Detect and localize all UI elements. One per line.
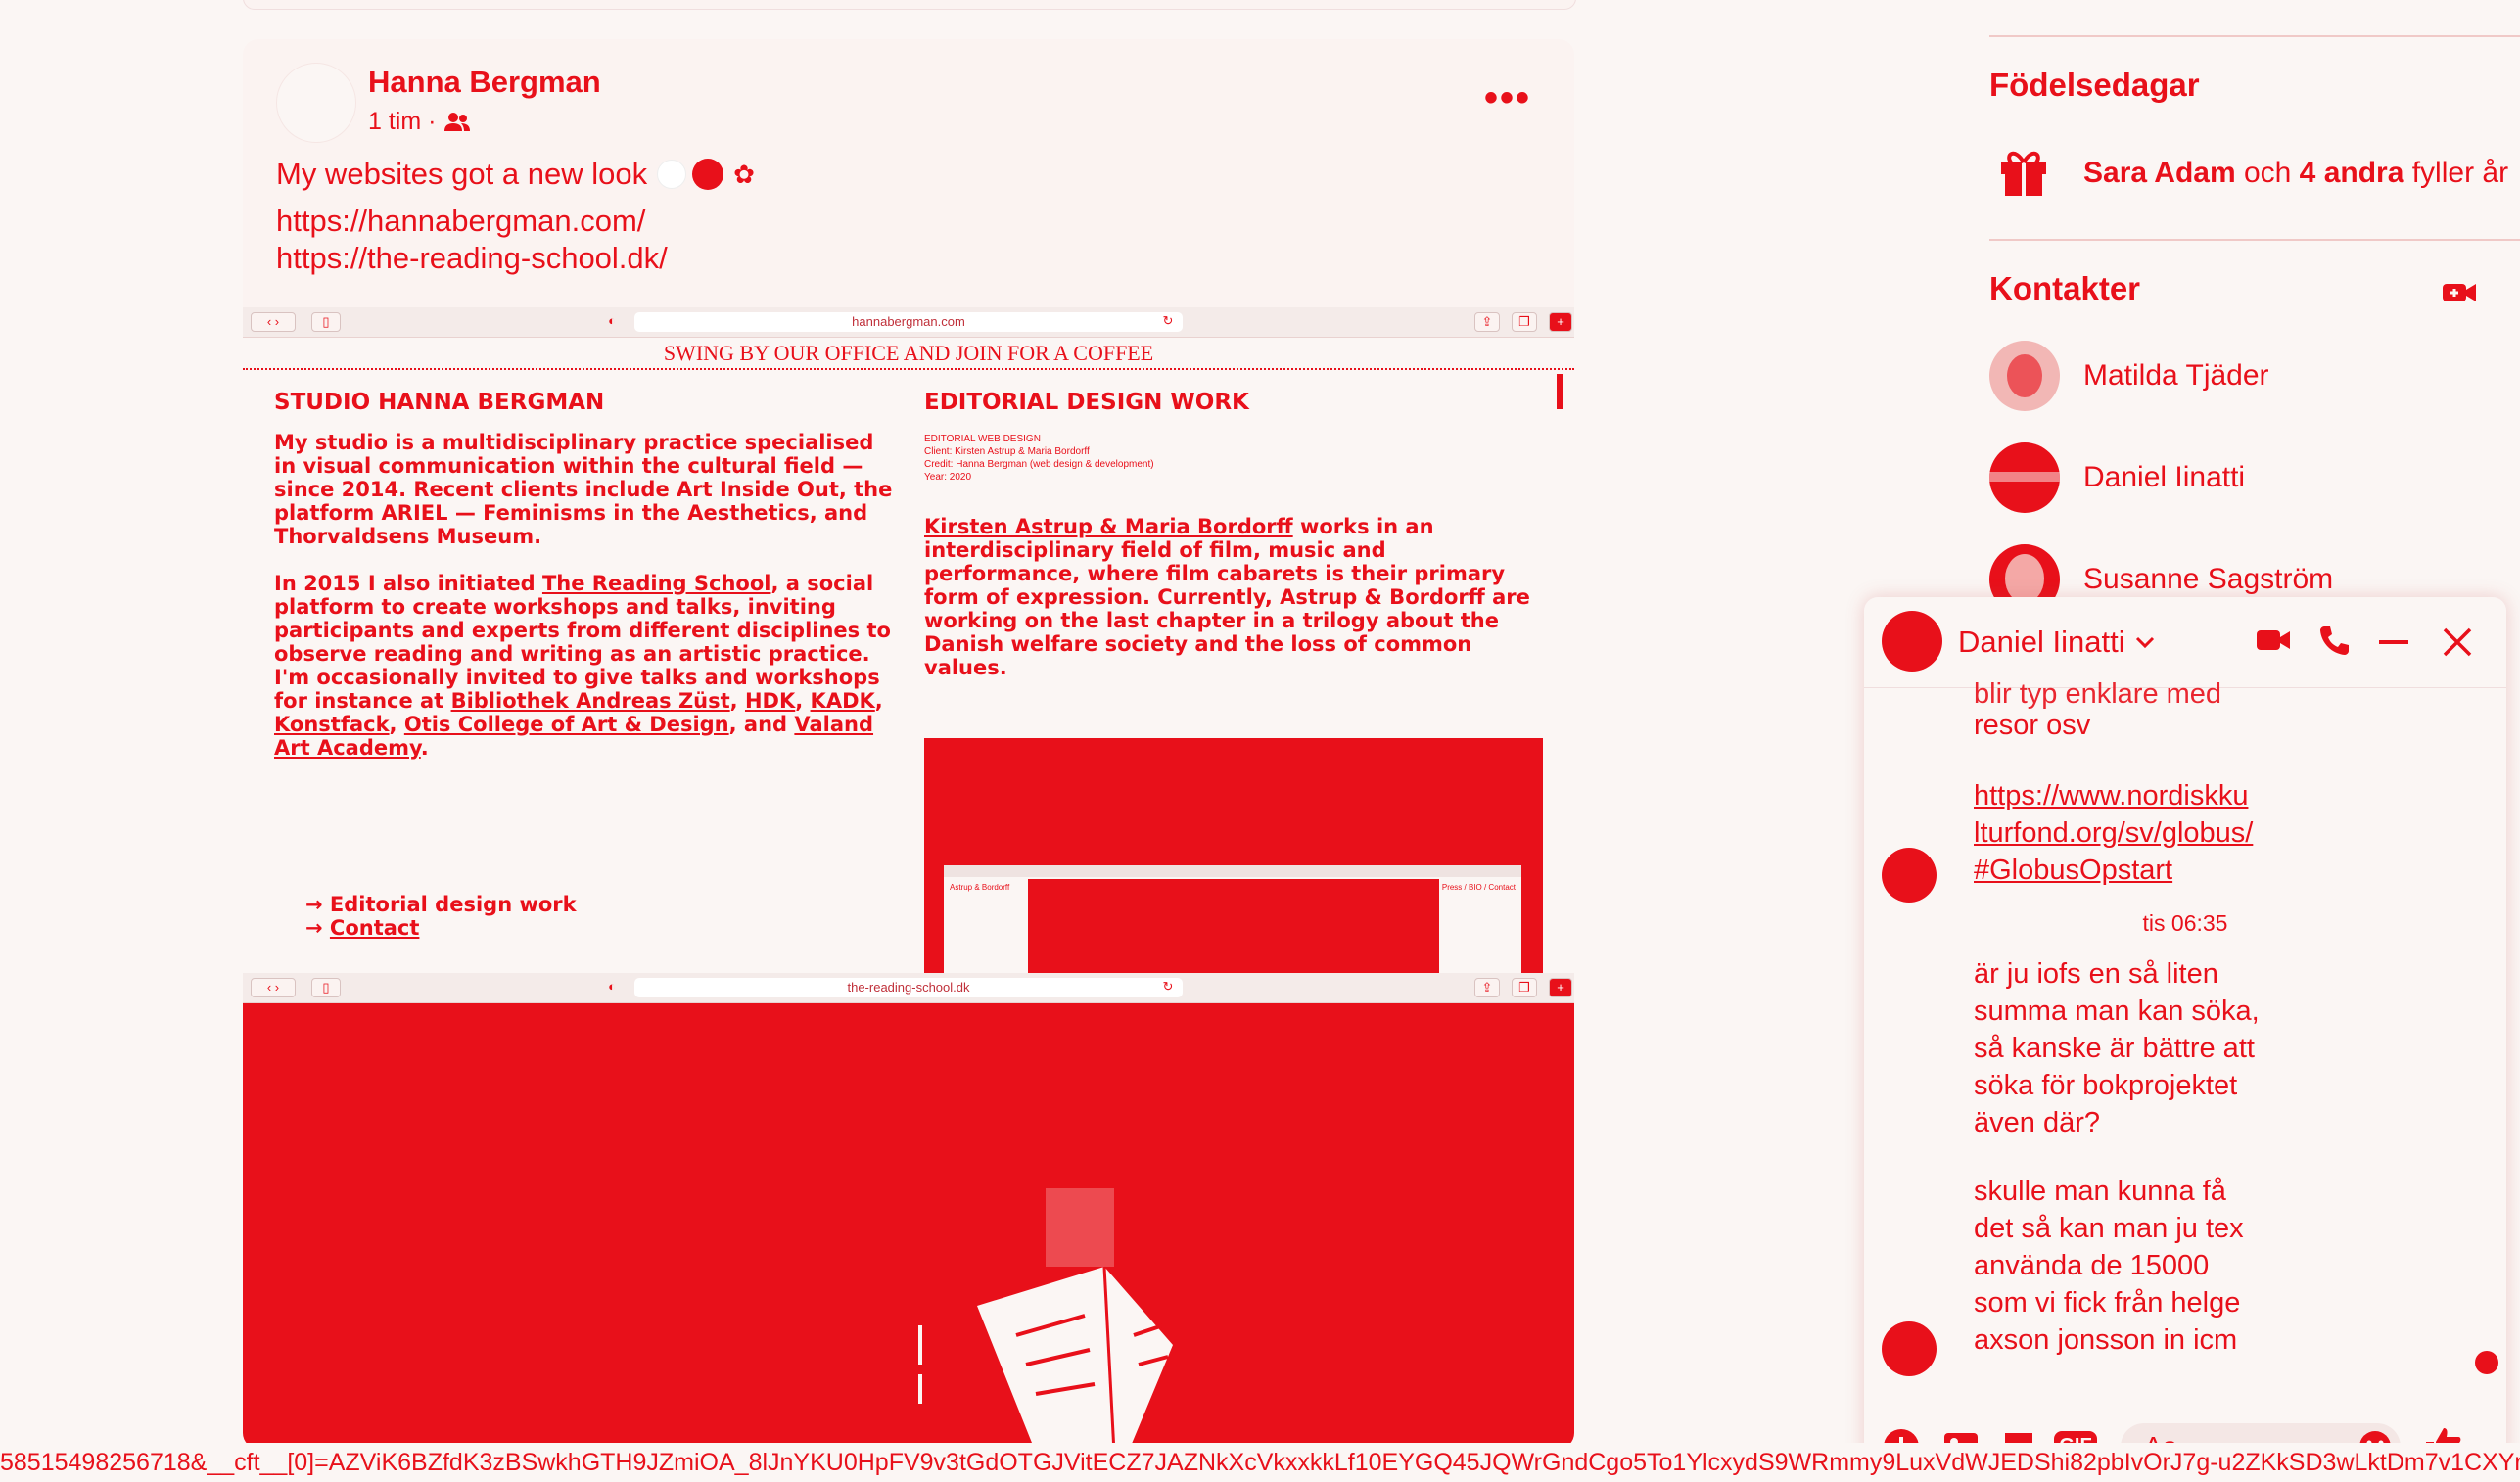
project-meta-4: Year: 2020 <box>924 472 972 483</box>
chat-window: Daniel Iinatti blir typ enklare med reso… <box>1864 597 2506 1482</box>
site-left-heading: STUDIO HANNA BERGMAN <box>274 390 605 415</box>
project-meta-3: Credit: Hanna Bergman (web design & deve… <box>924 459 1154 470</box>
sparkle-emoji-icon: ✿ <box>733 159 755 189</box>
post-image-1[interactable]: ‹ › ▯ ◐ hannabergman.com ↻ ⇪ ❐ + SWING B… <box>243 307 1574 973</box>
chat-name: Daniel Iinatti <box>1958 625 2125 659</box>
sender-avatar[interactable] <box>1882 848 1937 903</box>
post-link-2[interactable]: https://the-reading-school.dk/ <box>276 241 668 276</box>
contact-item[interactable]: Matilda Tjäder <box>1989 341 2269 411</box>
post-message: My websites got a new look <box>276 157 648 191</box>
birthday-text[interactable]: Sara Adam och 4 andra fyller år <box>2083 157 2508 190</box>
message-timestamp: tis 06:35 <box>2142 910 2228 936</box>
new-room-icon[interactable] <box>2442 280 2477 305</box>
back-forward-icon: ‹ › <box>251 978 296 997</box>
contact-name: Daniel Iinatti <box>2083 461 2246 493</box>
sender-avatar[interactable] <box>1882 1321 1937 1376</box>
site-intro: My studio is a multidisciplinary practic… <box>274 431 893 548</box>
phone-call-icon[interactable] <box>2318 625 2350 656</box>
message-link[interactable]: https://www.nordiskku lturfond.org/sv/glo… <box>1974 777 2253 889</box>
site-right-heading: EDITORIAL DESIGN WORK <box>924 390 1249 415</box>
site-banner: SWING BY OUR OFFICE AND JOIN FOR A COFFE… <box>243 339 1574 370</box>
new-tab-icon: + <box>1549 978 1572 997</box>
browser-url: hannabergman.com <box>634 312 1183 332</box>
sidebar-divider <box>1989 35 2520 37</box>
sidebar-icon: ▯ <box>311 312 341 332</box>
post-author[interactable]: Hanna Bergman <box>368 65 601 100</box>
site-nav-contact: → Contact <box>305 916 420 940</box>
post-text: My websites got a new look ✿ <box>276 157 755 192</box>
tabs-icon: ❐ <box>1512 312 1537 332</box>
contact-avatar <box>1989 341 2060 411</box>
share-icon: ⇪ <box>1474 978 1500 997</box>
scrollbar-thumb <box>1557 374 1563 409</box>
contact-item[interactable]: Daniel Iinatti <box>1989 442 2245 513</box>
contact-avatar <box>1989 442 2060 513</box>
feed-post: Hanna Bergman 1 tim · ••• My websites go… <box>243 39 1574 1449</box>
message-3: skulle man kunna få det så kan man ju tex… <box>1974 1176 2244 1356</box>
browser-toolbar-2: ‹ › ▯ ◐ the-reading-school.dk ↻ ⇪ ❐ + <box>243 973 1574 1003</box>
project-description: Kirsten Astrup & Maria Bordorff works in… <box>924 515 1530 679</box>
back-forward-icon: ‹ › <box>251 312 296 332</box>
post-link-1[interactable]: https://hannabergman.com/ <box>276 204 645 239</box>
chat-avatar[interactable] <box>1882 611 1942 672</box>
reload-icon: ↻ <box>1162 313 1174 328</box>
seen-indicator <box>2475 1351 2498 1374</box>
post-image-2[interactable]: ‹ › ▯ ◐ the-reading-school.dk ↻ ⇪ ❐ + <box>243 973 1574 1449</box>
shield-icon: ◐ <box>608 979 616 994</box>
project-meta-2: Client: Kirsten Astrup & Maria Bordorff <box>924 446 1090 457</box>
author-avatar[interactable] <box>276 63 356 143</box>
friends-audience-icon[interactable] <box>443 112 471 133</box>
browser-toolbar: ‹ › ▯ ◐ hannabergman.com ↻ ⇪ ❐ + <box>243 307 1574 338</box>
reload-icon: ↻ <box>1162 979 1174 994</box>
reading-person-illustration <box>918 1188 1330 1449</box>
message-2: är ju iofs en så liten summa man kan söka… <box>1974 958 2260 1138</box>
message-tail: resor osv <box>1974 710 2091 741</box>
site-nav-editorial: → Editorial design work <box>305 893 577 916</box>
site-paragraph-2: In 2015 I also initiated The Reading Sch… <box>274 572 891 760</box>
post-options-button[interactable]: ••• <box>1484 78 1531 117</box>
video-call-icon[interactable] <box>2256 626 2291 654</box>
contact-name: Susanne Sagström <box>2083 563 2334 595</box>
browser-url-2: the-reading-school.dk <box>634 978 1183 997</box>
contact-name: Matilda Tjäder <box>2083 359 2269 392</box>
sidebar-divider-2 <box>1989 239 2520 241</box>
tabs-icon: ❐ <box>1512 978 1537 997</box>
previous-post-card <box>243 0 1576 10</box>
mini-browser: Astrup & Bordorff Press / BIO / Contact <box>944 865 1521 973</box>
mini-hero-image <box>1028 879 1439 973</box>
chevron-down-icon <box>2135 635 2155 649</box>
gift-icon <box>1997 145 2050 198</box>
mini-site-left: Astrup & Bordorff <box>950 883 1010 892</box>
minimize-icon[interactable] <box>2379 640 2408 644</box>
post-time[interactable]: 1 tim · <box>368 108 436 136</box>
shield-icon: ◐ <box>608 313 616 328</box>
chat-title-button[interactable]: Daniel Iinatti <box>1958 625 2155 660</box>
close-icon[interactable] <box>2442 626 2473 658</box>
status-bar-url: 58515498256718&__cft__[0]=AZViK6BZfdK3zB… <box>0 1443 2520 1482</box>
project-preview-image: Astrup & Bordorff Press / BIO / Contact <box>924 738 1543 973</box>
post-meta: 1 tim · <box>368 108 471 136</box>
sidebar-icon: ▯ <box>311 978 341 997</box>
new-tab-icon: + <box>1549 312 1572 332</box>
contacts-title: Kontakter <box>1989 270 2141 306</box>
toggle-emoji-icon <box>657 159 724 190</box>
mini-site-right: Press / BIO / Contact <box>1441 883 1516 892</box>
project-meta-1: EDITORIAL WEB DESIGN <box>924 434 1041 444</box>
share-icon: ⇪ <box>1474 312 1500 332</box>
birthdays-title: Födelsedagar <box>1989 67 2200 103</box>
